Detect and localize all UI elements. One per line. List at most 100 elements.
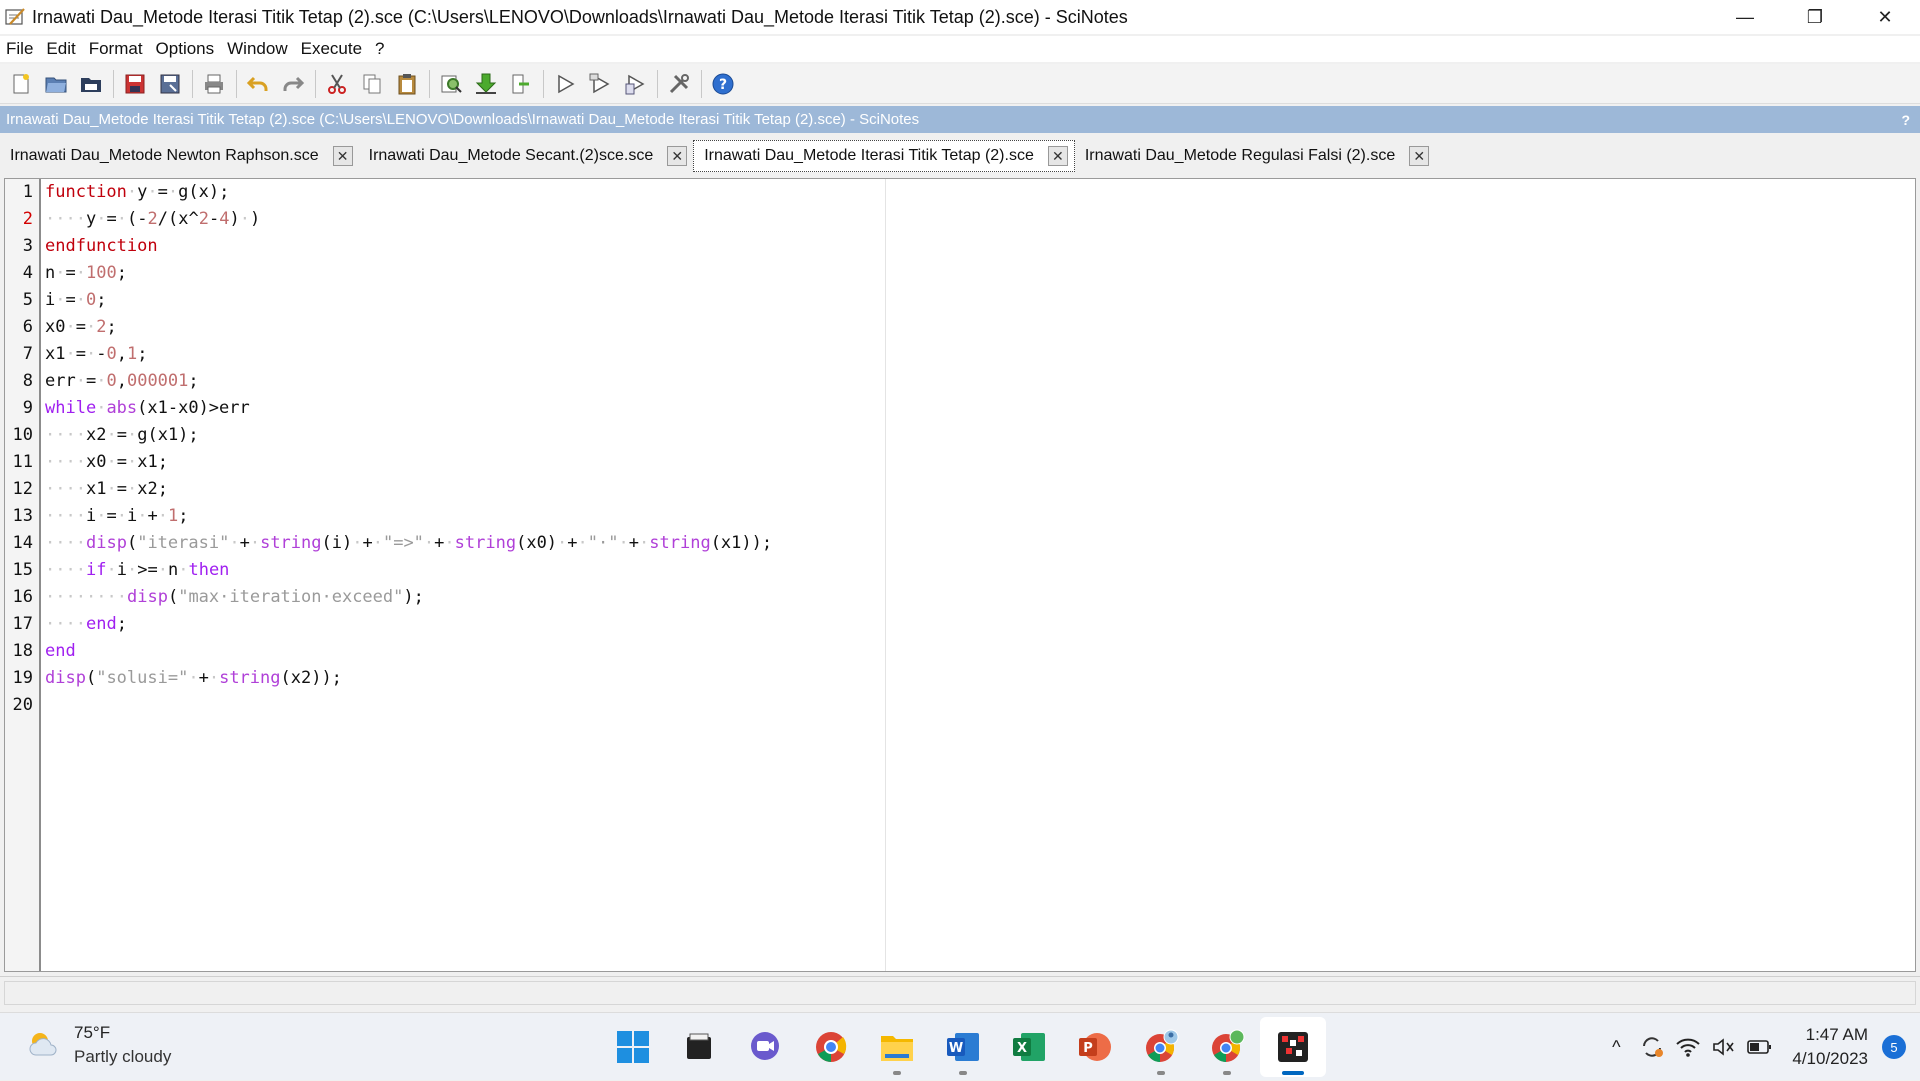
tab-newton-raphson[interactable]: Irnawati Dau_Metode Newton Raphson.sce ✕ [0,140,359,172]
code-line[interactable]: ····x2·=·g(x1); [45,422,772,449]
taskbar: 75°F Partly cloudy W X P ^ 1:47 AM 4/10/… [0,1012,1920,1080]
code-line[interactable]: x0·=·2; [45,314,772,341]
taskbar-chrome-profile-2[interactable] [1194,1017,1260,1077]
cut-button[interactable] [322,69,352,99]
code-line[interactable]: ····disp("iterasi"·+·string(i)·+·"=>"·+·… [45,530,772,557]
restore-button[interactable]: ❐ [1780,0,1850,34]
taskbar-chrome-profile[interactable] [1128,1017,1194,1077]
tab-close-icon[interactable]: ✕ [1047,146,1068,166]
tab-regulasi-falsi[interactable]: Irnawati Dau_Metode Regulasi Falsi (2).s… [1075,140,1435,172]
code-editor[interactable]: 1 2 3 4 5 6 7 8 9 10 11 12 13 14 15 16 17 18 19 20 function… [4,178,1916,972]
code-line[interactable]: ····if·i·>=·n·then [45,557,772,584]
menu-options[interactable]: Options [156,39,215,59]
clock[interactable]: 1:47 AM 4/10/2023 [1792,1023,1868,1071]
tab-close-icon[interactable]: ✕ [1409,146,1430,166]
line-number: 14 [12,533,33,553]
close-button[interactable]: ✕ [1850,0,1920,34]
minimize-button[interactable]: — [1710,0,1780,34]
preferences-button[interactable] [664,69,694,99]
code-line[interactable]: endfunction [45,233,772,260]
undo-button[interactable] [243,69,273,99]
code-line[interactable]: x1·=·-0,1; [45,341,772,368]
battery-button[interactable] [1742,1039,1778,1055]
redo-button[interactable] [278,69,308,99]
paste-button[interactable] [392,69,422,99]
menu-execute[interactable]: Execute [301,39,362,59]
taskbar-powerpoint[interactable]: P [1062,1017,1128,1077]
menu-format[interactable]: Format [89,39,143,59]
load-into-scilab-button[interactable] [471,69,501,99]
tab-secant[interactable]: Irnawati Dau_Metode Secant.(2)sce.sce ✕ [359,140,694,172]
taskbar-word[interactable]: W [930,1017,996,1077]
code-line[interactable]: end [45,638,772,665]
code-line[interactable]: i·=·0; [45,287,772,314]
code-line[interactable]: n·=·100; [45,260,772,287]
taskbar-file-explorer[interactable] [864,1017,930,1077]
code-line[interactable]: err·=·0,000001; [45,368,772,395]
wifi-button[interactable] [1670,1036,1706,1058]
code-line[interactable]: ····y·=·(-2/(x^2-4)·) [45,206,772,233]
save-as-button[interactable] [155,69,185,99]
toolbar-separator [192,69,193,98]
windows-start-icon [617,1031,649,1063]
copy-button[interactable] [357,69,387,99]
help-button[interactable]: ? [708,69,738,99]
code-line[interactable]: disp("solusi="·+·string(x2)); [45,665,772,692]
open-file-button[interactable] [41,69,71,99]
code-line[interactable]: while·abs(x1-x0)>err [45,395,772,422]
tray-overflow-button[interactable]: ^ [1598,1037,1634,1058]
taskbar-excel[interactable]: X [996,1017,1062,1077]
code-line[interactable]: function·y·=·g(x); [45,179,772,206]
tools-icon [669,73,689,93]
code-line[interactable]: ····x0·=·x1; [45,449,772,476]
help-icon: ? [712,73,734,94]
menu-edit[interactable]: Edit [46,39,75,59]
file-tabs: Irnawati Dau_Metode Newton Raphson.sce ✕… [0,139,1920,173]
new-file-button[interactable] [6,69,36,99]
code-line[interactable]: ········disp("max·iteration·exceed"); [45,584,772,611]
print-button[interactable] [199,69,229,99]
code-line[interactable]: ····end; [45,611,772,638]
code-line[interactable] [45,692,772,719]
copy-icon [363,74,381,93]
run-button[interactable] [550,69,580,99]
start-button[interactable] [600,1017,666,1077]
taskbar-teams-chat[interactable] [732,1017,798,1077]
notification-badge[interactable]: 5 [1882,1035,1906,1059]
line-number: 9 [22,398,33,418]
weather-widget[interactable]: 75°F Partly cloudy [26,1021,171,1069]
line-number: 19 [12,668,33,688]
code-area[interactable]: function·y·=·g(x); ····y·=·(-2/(x^2-4)·) e… [45,179,772,719]
chevron-up-icon: ^ [1612,1036,1621,1057]
running-indicator [1282,1071,1304,1075]
execute-file-button[interactable] [506,69,536,99]
taskbar-file-manager[interactable] [666,1017,732,1077]
system-tray: ^ 1:47 AM 4/10/2023 5 [1598,1013,1920,1081]
run-with-echo-button[interactable] [585,69,615,99]
menu-file[interactable]: File [6,39,33,59]
document-help-icon[interactable]: ? [1901,112,1910,128]
tab-iterasi-titik-tetap[interactable]: Irnawati Dau_Metode Iterasi Titik Tetap … [693,140,1075,172]
print-icon [205,74,223,93]
play-echo-icon [589,73,610,93]
window-title: Irnawati Dau_Metode Iterasi Titik Tetap … [32,6,1128,27]
open-in-scilab-button[interactable] [76,69,106,99]
line-number: 3 [22,236,33,256]
tab-close-icon[interactable]: ✕ [667,146,688,166]
tab-close-icon[interactable]: ✕ [332,146,353,166]
sync-button[interactable] [1634,1034,1670,1060]
code-line[interactable]: ····i·=·i·+·1; [45,503,772,530]
title-bar: Irnawati Dau_Metode Iterasi Titik Tetap … [0,0,1920,34]
run-until-cursor-button[interactable] [620,69,650,99]
menu-window[interactable]: Window [227,39,287,59]
find-replace-button[interactable] [436,69,466,99]
taskbar-scilab[interactable] [1260,1017,1326,1077]
toolbar-separator [315,69,316,98]
volume-button[interactable] [1706,1036,1742,1058]
code-line[interactable]: ····x1·=·x2; [45,476,772,503]
battery-icon [1747,1040,1772,1054]
menu-help[interactable]: ? [375,39,384,59]
line-number: 7 [22,344,33,364]
save-button[interactable] [120,69,150,99]
taskbar-chrome[interactable] [798,1017,864,1077]
